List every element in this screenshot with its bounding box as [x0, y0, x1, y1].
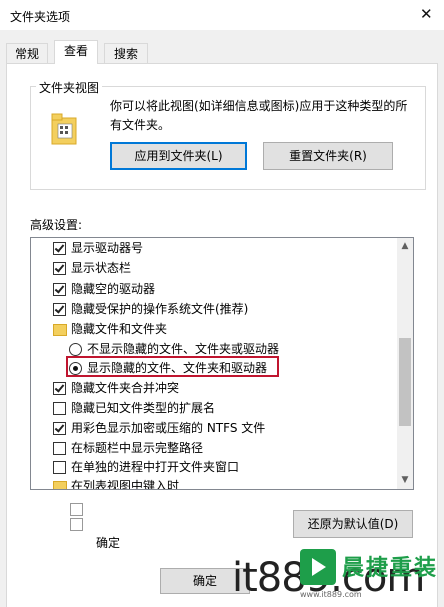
- advanced-settings-label: 高级设置:: [30, 218, 83, 232]
- radio-button[interactable]: [69, 343, 82, 356]
- list-item[interactable]: 隐藏空的驱动器: [53, 279, 155, 300]
- checkbox[interactable]: [53, 461, 66, 474]
- watermark-brand: 晨捷重装: [342, 556, 439, 581]
- checkbox[interactable]: [70, 518, 83, 531]
- window-title: 文件夹选项: [10, 10, 71, 24]
- restore-defaults-button[interactable]: 还原为默认值(D): [293, 510, 413, 538]
- checkbox[interactable]: [53, 402, 66, 415]
- list-item[interactable]: 用彩色显示加密或压缩的 NTFS 文件: [53, 418, 265, 439]
- checkbox[interactable]: [53, 442, 66, 455]
- apply-to-folders-button[interactable]: 应用到文件夹(L): [110, 142, 247, 170]
- list-item[interactable]: 在单独的进程中打开文件夹窗口: [53, 457, 239, 478]
- folder-views-description: 你可以将此视图(如详细信息或图标)应用于这种类型的所有文件夹。: [110, 99, 408, 132]
- list-item[interactable]: 隐藏受保护的操作系统文件(推荐): [53, 299, 248, 320]
- folder-views-title: 文件夹视图: [36, 79, 103, 96]
- list-item: 在列表视图中键入时: [53, 476, 179, 489]
- obscured-area: [28, 492, 98, 552]
- list-item[interactable]: 在标题栏中显示完整路径: [53, 438, 203, 459]
- scrollbar-thumb[interactable]: [399, 338, 411, 426]
- reset-folders-button[interactable]: 重置文件夹(R): [263, 142, 393, 170]
- folder-icon: [51, 113, 77, 145]
- confirm-label: 确定: [96, 536, 121, 550]
- scroll-down-icon[interactable]: ▼: [397, 475, 413, 485]
- folder-icon: [53, 481, 67, 489]
- tab-search[interactable]: 搜索: [104, 43, 148, 64]
- close-icon[interactable]: ✕: [420, 5, 433, 23]
- list-item[interactable]: 显示状态栏: [53, 258, 131, 279]
- checkbox[interactable]: [53, 303, 66, 316]
- list-item[interactable]: 隐藏已知文件类型的扩展名: [53, 398, 215, 419]
- folder-icon: [53, 324, 67, 336]
- tab-view[interactable]: 查看: [54, 40, 98, 64]
- highlight-box: [66, 356, 279, 377]
- scroll-up-icon[interactable]: ▲: [397, 241, 413, 251]
- checkbox[interactable]: [53, 242, 66, 255]
- list-item[interactable]: 隐藏文件夹合并冲突: [53, 378, 179, 399]
- tab-general[interactable]: 常规: [6, 43, 48, 64]
- list-item: 隐藏文件和文件夹: [53, 319, 167, 340]
- checkbox[interactable]: [53, 283, 66, 296]
- checkbox[interactable]: [53, 422, 66, 435]
- checkbox[interactable]: [70, 503, 83, 516]
- list-item[interactable]: 显示驱动器号: [53, 238, 143, 259]
- checkbox[interactable]: [53, 382, 66, 395]
- checkbox[interactable]: [53, 262, 66, 275]
- watermark-small-url: www.it889.com: [300, 590, 362, 599]
- play-icon: [312, 558, 326, 576]
